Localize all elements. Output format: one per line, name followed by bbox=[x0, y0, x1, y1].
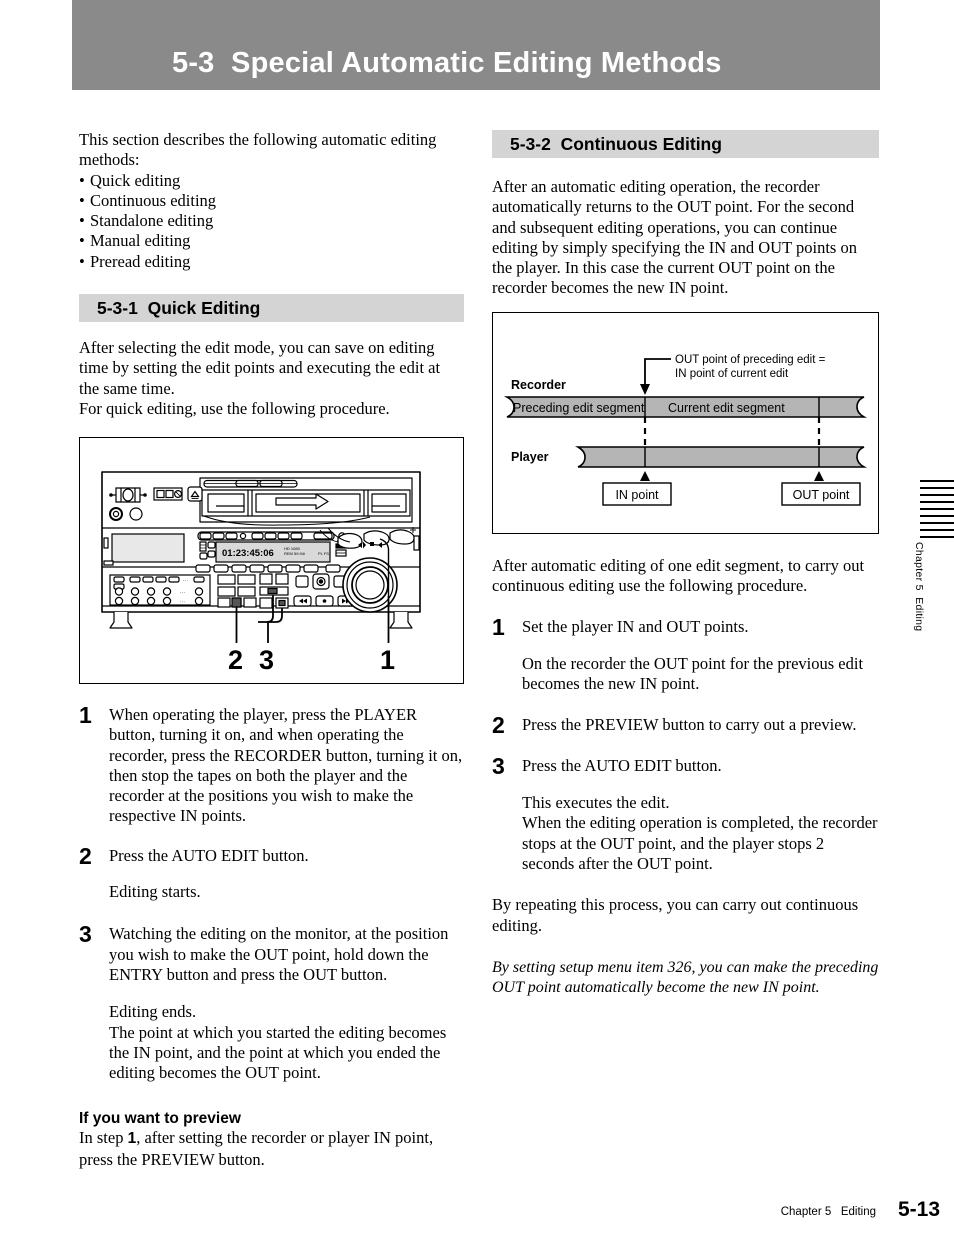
thumb-rules bbox=[920, 480, 954, 543]
svg-text:PL FS: PL FS bbox=[318, 551, 329, 556]
setup-menu-note: By setting setup menu item 326, you can … bbox=[492, 958, 879, 997]
vtr-front-panel-figure: 01:23:45:06 HD 1080 REM 59.94i PL FS ··· bbox=[79, 437, 464, 684]
step-number: 1 bbox=[492, 613, 505, 640]
footer-chapter: Chapter 5 Editing bbox=[780, 1206, 876, 1218]
list-item: Continuous editing bbox=[79, 191, 464, 212]
callout-arrow-icon bbox=[640, 384, 650, 395]
thumb-tab-label: Chapter 5 Editing bbox=[913, 542, 925, 632]
svg-text:REM 59.94i: REM 59.94i bbox=[284, 551, 305, 556]
intro-paragraph: This section describes the following aut… bbox=[79, 130, 437, 170]
svg-text:···: ··· bbox=[180, 600, 185, 606]
out-point-label: OUT point bbox=[793, 488, 850, 502]
editing-methods-list: Quick editing Continuous editing Standal… bbox=[79, 171, 464, 273]
step-text: Watching the editing on the monitor, at … bbox=[109, 924, 449, 984]
step-2-note: Editing starts. bbox=[109, 882, 201, 902]
step-text: When operating the player, press the PLA… bbox=[109, 705, 463, 826]
edit-timeline-diagram: OUT point of preceding edit = IN point o… bbox=[503, 354, 868, 506]
continuous-lead-in: After automatic editing of one edit segm… bbox=[492, 556, 865, 596]
step-text: Set the player IN and OUT points. bbox=[522, 616, 749, 636]
footer-page-number: 5-13 bbox=[897, 1198, 940, 1221]
segment-current-label: Current edit segment bbox=[668, 401, 785, 415]
continuous-closing: By repeating this process, you can carry… bbox=[492, 895, 859, 935]
quick-editing-steps: 1 When operating the player, press the P… bbox=[79, 702, 464, 1170]
step-3: 3 Press the AUTO EDIT button. bbox=[492, 753, 879, 779]
page-banner: 5-3 Special Automatic Editing Methods bbox=[72, 0, 880, 90]
step-1: 1 When operating the player, press the P… bbox=[79, 702, 464, 827]
manual-page: 5-3 Special Automatic Editing Methods Th… bbox=[0, 0, 954, 1244]
step-1-note: On the recorder the OUT point for the pr… bbox=[522, 653, 864, 694]
step-text: Press the PREVIEW button to carry out a … bbox=[522, 715, 857, 735]
list-item: Manual editing bbox=[79, 231, 464, 252]
continuous-editing-steps: After automatic editing of one edit segm… bbox=[492, 556, 879, 998]
svg-text:···: ··· bbox=[183, 578, 188, 584]
left-column: This section describes the following aut… bbox=[79, 130, 464, 419]
continuous-editing-intro: After an automatic editing operation, th… bbox=[492, 177, 857, 298]
step-3-note-line-2: The point at which you started the editi… bbox=[109, 1022, 447, 1083]
list-item: Preread editing bbox=[79, 252, 464, 273]
recorder-label: Recorder bbox=[511, 378, 566, 392]
in-point-label: IN point bbox=[615, 488, 659, 502]
step-3-note-line-1: This executes the edit. bbox=[522, 793, 670, 813]
list-item: Standalone editing bbox=[79, 211, 464, 232]
in-point-arrow-icon bbox=[640, 471, 650, 481]
timecode-display: 01:23:45:06 bbox=[222, 548, 274, 559]
callout-number-3: 3 bbox=[259, 645, 274, 675]
step-3-note-line-1: Editing ends. bbox=[109, 1002, 197, 1022]
callout-number-1: 1 bbox=[380, 645, 395, 675]
step-1: 1 Set the player IN and OUT points. bbox=[492, 614, 879, 640]
section-heading-quick-editing: 5-3-1 Quick Editing bbox=[79, 294, 464, 323]
step-number: 2 bbox=[492, 712, 505, 739]
list-item: Quick editing bbox=[79, 171, 464, 192]
page-footer: Chapter 5 Editing 5-13 bbox=[0, 1198, 954, 1228]
segment-preceding-label: Preceding edit segment bbox=[513, 401, 645, 415]
continuous-editing-diagram: OUT point of preceding edit = IN point o… bbox=[492, 312, 879, 534]
preview-text-before: In step bbox=[79, 1128, 128, 1148]
step-number: 3 bbox=[79, 921, 92, 948]
player-tape-bar bbox=[574, 446, 868, 468]
step-text: Press the AUTO EDIT button. bbox=[522, 755, 722, 775]
right-column: 5-3-2 Continuous Editing After an automa… bbox=[492, 130, 879, 299]
quick-editing-intro-1: After selecting the edit mode, you can s… bbox=[79, 338, 441, 398]
page-title: 5-3 Special Automatic Editing Methods bbox=[172, 47, 722, 79]
preview-heading: If you want to preview bbox=[79, 1110, 241, 1128]
vtr-illustration: 01:23:45:06 HD 1080 REM 59.94i PL FS ··· bbox=[101, 471, 421, 675]
player-label: Player bbox=[511, 450, 549, 464]
preview-text: In step 1, after setting the recorder or… bbox=[79, 1128, 464, 1170]
step-number: 1 bbox=[79, 702, 92, 728]
step-2: 2 Press the PREVIEW button to carry out … bbox=[492, 712, 879, 738]
chapter-thumb-tab: Chapter 5 Editing bbox=[905, 480, 954, 650]
callout-number-2: 2 bbox=[228, 645, 243, 675]
svg-text:···: ··· bbox=[180, 590, 185, 596]
step-text: Press the AUTO EDIT button. bbox=[109, 845, 309, 865]
step-2: 2 Press the AUTO EDIT button. bbox=[79, 843, 464, 869]
quick-editing-intro-2: For quick editing, use the following pro… bbox=[79, 398, 390, 418]
step-number: 3 bbox=[492, 752, 505, 779]
step-3: 3 Watching the editing on the monitor, a… bbox=[79, 921, 464, 985]
preview-step-ref: 1 bbox=[127, 1130, 137, 1148]
diagram-callout-line-1: OUT point of preceding edit = bbox=[675, 354, 826, 366]
diagram-callout-line-2: IN point of current edit bbox=[675, 368, 789, 380]
out-point-arrow-icon bbox=[814, 471, 824, 481]
step-3-note-line-2: When the editing operation is completed,… bbox=[522, 813, 878, 873]
section-heading-continuous-editing: 5-3-2 Continuous Editing bbox=[492, 130, 879, 158]
step-number: 2 bbox=[79, 842, 92, 869]
